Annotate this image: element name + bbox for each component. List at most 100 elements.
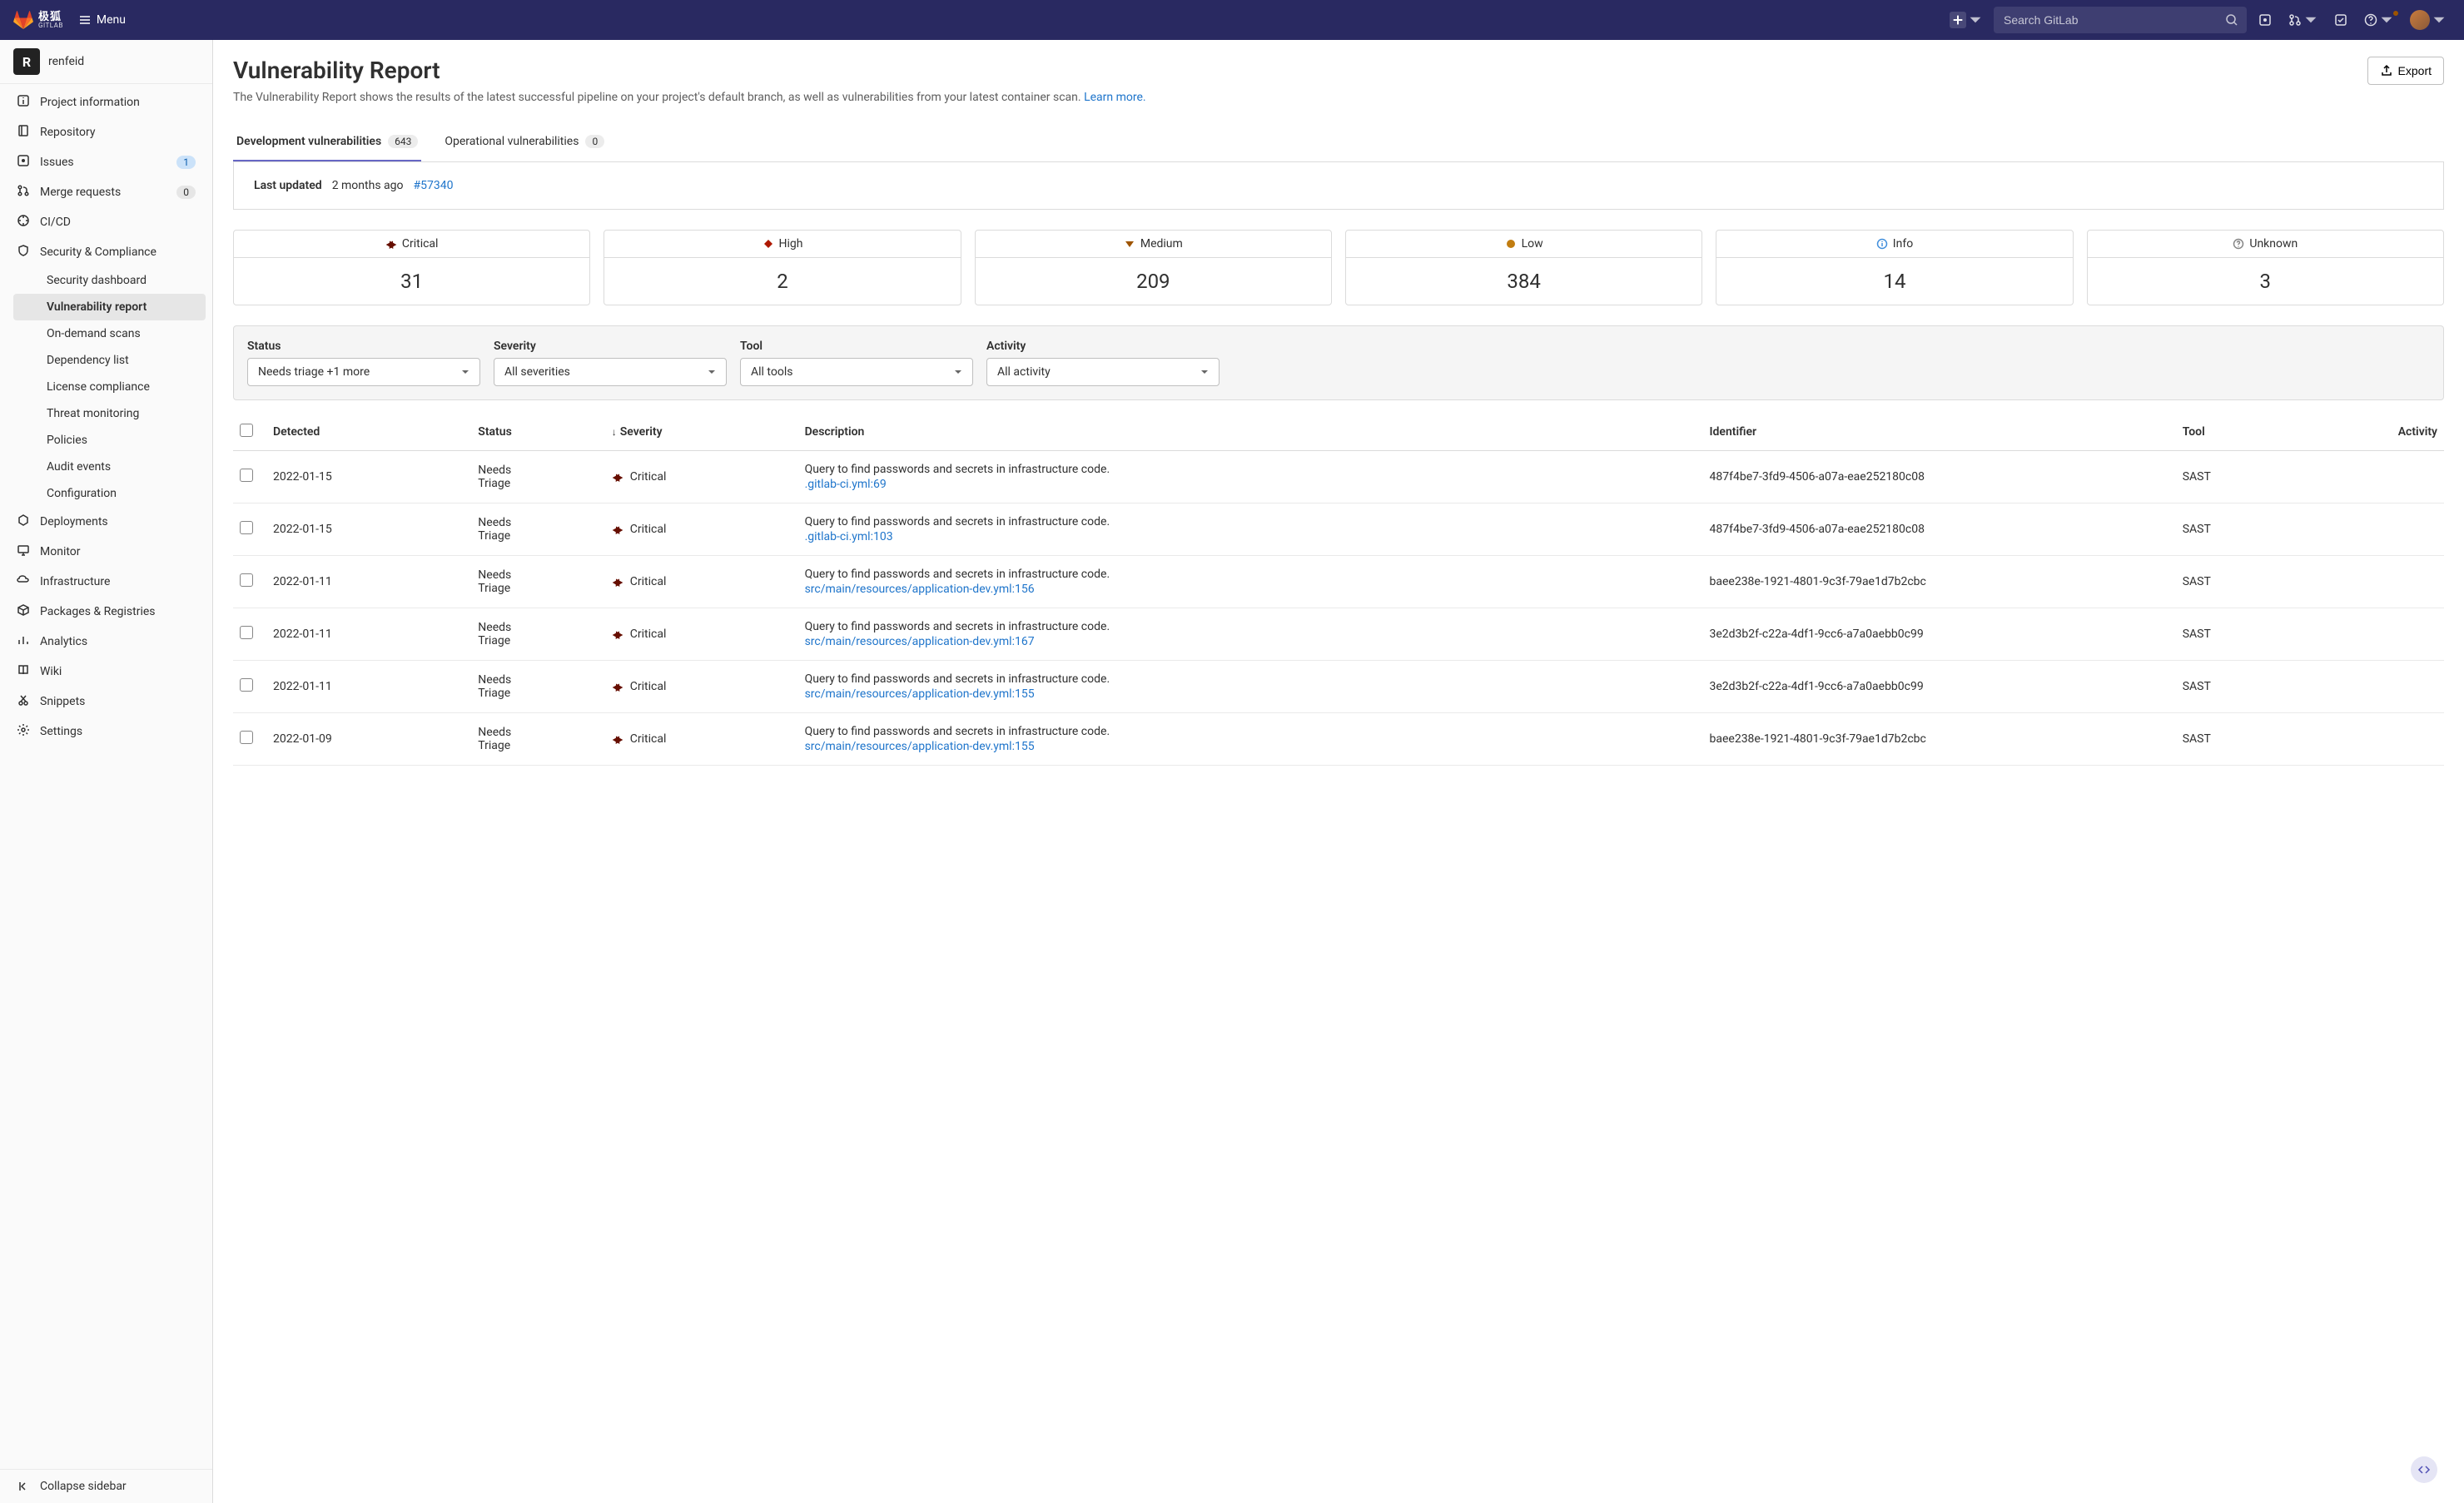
severity-card-critical[interactable]: Critical31: [233, 230, 590, 305]
header-identifier[interactable]: Identifier: [1703, 414, 2176, 451]
brand-logo[interactable]: 极狐 GITLAB: [13, 10, 63, 30]
floating-action-button[interactable]: [2411, 1456, 2437, 1483]
header-detected[interactable]: Detected: [266, 414, 471, 451]
brand-text: 极狐 GITLAB: [38, 12, 63, 29]
cell-status: NeedsTriage: [471, 608, 604, 661]
filter-status-select[interactable]: Needs triage +1 more: [247, 358, 480, 386]
sidebar-subitem-configuration[interactable]: Configuration: [13, 480, 206, 507]
table-row[interactable]: 2022-01-11 NeedsTriage Critical Query to…: [233, 556, 2444, 608]
row-checkbox[interactable]: [240, 573, 253, 587]
description-file-link[interactable]: src/main/resources/application-dev.yml:1…: [805, 635, 1696, 648]
sidebar-item-merge-requests[interactable]: Merge requests0: [7, 177, 206, 207]
filter-severity-select[interactable]: All severities: [494, 358, 727, 386]
user-menu-button[interactable]: [2405, 5, 2451, 35]
sidebar-item-deployments[interactable]: Deployments: [7, 507, 206, 537]
tab-development-vulnerabilities[interactable]: Development vulnerabilities643: [233, 123, 421, 161]
user-avatar: [2410, 10, 2430, 30]
main-content: Vulnerability Report The Vulnerability R…: [213, 40, 2464, 1503]
severity-card-low[interactable]: Low384: [1345, 230, 1702, 305]
filter-tool-select[interactable]: All tools: [740, 358, 973, 386]
sidebar-subitem-on-demand-scans[interactable]: On-demand scans: [13, 320, 206, 347]
header-description[interactable]: Description: [798, 414, 1703, 451]
cell-identifier: baee238e-1921-4801-9c3f-79ae1d7b2cbc: [1703, 556, 2176, 608]
sidebar-subitem-audit-events[interactable]: Audit events: [13, 454, 206, 480]
sidebar-item-label: Deployments: [40, 515, 196, 528]
chevron-down-icon: [1969, 13, 1982, 27]
description-file-link[interactable]: src/main/resources/application-dev.yml:1…: [805, 687, 1696, 701]
description-file-link[interactable]: src/main/resources/application-dev.yml:1…: [805, 740, 1696, 753]
sidebar-item-ci-cd[interactable]: CI/CD: [7, 207, 206, 237]
description-file-link[interactable]: src/main/resources/application-dev.yml:1…: [805, 583, 1696, 596]
row-checkbox[interactable]: [240, 469, 253, 482]
sidebar-item-analytics[interactable]: Analytics: [7, 627, 206, 657]
cell-identifier: 3e2d3b2f-c22a-4df1-9cc6-a7a0aebb0c99: [1703, 608, 2176, 661]
table-row[interactable]: 2022-01-15 NeedsTriage Critical Query to…: [233, 451, 2444, 503]
table-row[interactable]: 2022-01-15 NeedsTriage Critical Query to…: [233, 503, 2444, 556]
sidebar-subitem-threat-monitoring[interactable]: Threat monitoring: [13, 400, 206, 427]
severity-card-info[interactable]: Info14: [1716, 230, 2073, 305]
sidebar-item-snippets[interactable]: Snippets: [7, 687, 206, 717]
description-file-link[interactable]: .gitlab-ci.yml:69: [805, 478, 1696, 491]
export-button[interactable]: Export: [2367, 57, 2444, 85]
subtitle-text: The Vulnerability Report shows the resul…: [233, 91, 1084, 104]
sidebar-item-repository[interactable]: Repository: [7, 117, 206, 147]
sidebar-item-packages-registries[interactable]: Packages & Registries: [7, 597, 206, 627]
row-checkbox[interactable]: [240, 731, 253, 744]
collapse-sidebar-button[interactable]: Collapse sidebar: [0, 1470, 212, 1503]
sidebar-item-label: Dependency list: [47, 354, 196, 367]
sidebar-item-issues[interactable]: Issues1: [7, 147, 206, 177]
sidebar-item-settings[interactable]: Settings: [7, 717, 206, 747]
sidebar-subitem-vulnerability-report[interactable]: Vulnerability report: [13, 294, 206, 320]
sidebar-subitem-policies[interactable]: Policies: [13, 427, 206, 454]
cell-tool: SAST: [2176, 556, 2294, 608]
severity-card-medium[interactable]: Medium209: [975, 230, 1332, 305]
sidebar-item-label: Packages & Registries: [40, 605, 196, 618]
learn-more-link[interactable]: Learn more.: [1084, 91, 1146, 104]
cell-tool: SAST: [2176, 451, 2294, 503]
sidebar-subitem-security-dashboard[interactable]: Security dashboard: [13, 267, 206, 294]
pipeline-link[interactable]: #57340: [413, 179, 453, 192]
row-checkbox[interactable]: [240, 626, 253, 639]
header-tool[interactable]: Tool: [2176, 414, 2294, 451]
cell-status: NeedsTriage: [471, 503, 604, 556]
sidebar-subitem-license-compliance[interactable]: License compliance: [13, 374, 206, 400]
select-all-checkbox[interactable]: [240, 424, 253, 437]
sidebar-item-infrastructure[interactable]: Infrastructure: [7, 567, 206, 597]
row-checkbox[interactable]: [240, 678, 253, 692]
header-severity[interactable]: ↓Severity: [605, 414, 798, 451]
menu-button[interactable]: Menu: [70, 8, 134, 32]
sidebar-item-security-compliance[interactable]: Security & Compliance: [7, 237, 206, 267]
filter-status-label: Status: [247, 340, 480, 353]
sidebar-item-label: CI/CD: [40, 216, 196, 229]
sidebar-project-header[interactable]: R renfeid: [0, 40, 212, 84]
sidebar-subitem-dependency-list[interactable]: Dependency list: [13, 347, 206, 374]
severity-card-count: 14: [1716, 258, 2072, 305]
description-file-link[interactable]: .gitlab-ci.yml:103: [805, 530, 1696, 543]
severity-text: Critical: [630, 523, 667, 536]
create-new-button[interactable]: [1945, 7, 1987, 33]
global-search[interactable]: [1994, 7, 2247, 33]
merge-icon: [2288, 13, 2302, 27]
header-status[interactable]: Status: [471, 414, 604, 451]
issues-icon: [17, 154, 30, 171]
search-input[interactable]: [1994, 7, 2247, 33]
sidebar-item-wiki[interactable]: Wiki: [7, 657, 206, 687]
filter-activity-select[interactable]: All activity: [986, 358, 1220, 386]
sidebar-item-project-information[interactable]: Project information: [7, 87, 206, 117]
tab-label: Operational vulnerabilities: [445, 135, 579, 148]
issues-nav-button[interactable]: [2253, 8, 2277, 32]
severity-card-unknown[interactable]: Unknown3: [2087, 230, 2444, 305]
merge-requests-nav-button[interactable]: [2283, 8, 2322, 32]
help-nav-button[interactable]: [2359, 8, 2398, 32]
table-row[interactable]: 2022-01-11 NeedsTriage Critical Query to…: [233, 661, 2444, 713]
sidebar-item-monitor[interactable]: Monitor: [7, 537, 206, 567]
row-checkbox[interactable]: [240, 521, 253, 534]
header-activity[interactable]: Activity: [2294, 414, 2444, 451]
tab-operational-vulnerabilities[interactable]: Operational vulnerabilities0: [441, 123, 608, 161]
deploy-icon: [17, 513, 30, 530]
todos-nav-button[interactable]: [2329, 8, 2352, 32]
severity-card-high[interactable]: High2: [604, 230, 961, 305]
chevron-down-icon: [954, 368, 962, 376]
table-row[interactable]: 2022-01-11 NeedsTriage Critical Query to…: [233, 608, 2444, 661]
table-row[interactable]: 2022-01-09 NeedsTriage Critical Query to…: [233, 713, 2444, 766]
